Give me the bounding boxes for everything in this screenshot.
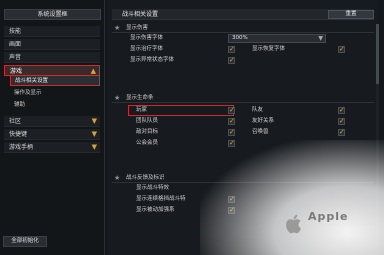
setting-row: 显示伤害字体 300% ▼ (112, 33, 374, 44)
sidebar-item-skills[interactable]: 技能 (4, 26, 100, 37)
status-font-checkbox[interactable] (228, 56, 235, 64)
setting-label: 召唤兽 (252, 129, 269, 135)
sidebar-item-label: 快捷键 (9, 131, 28, 138)
settings-sidebar: 系统设置框 技能 画面 声音 游戏 ▲ 战斗相关设置 操作及显示 辅助 社区 ▼ 快… (0, 0, 105, 255)
chevron-down-icon: ▼ (91, 130, 97, 138)
setting-label: 显示恢复字体 (252, 46, 286, 52)
page-title: 战斗相关设置 (122, 11, 159, 18)
chevron-down-icon: ▼ (91, 143, 97, 151)
sidebar-header: 系统设置框 (4, 9, 101, 20)
chevron-down-icon: ▼ (91, 117, 97, 125)
damage-font-size-select[interactable]: 300% ▼ (228, 34, 326, 43)
sidebar-item-assist[interactable]: 辅助 (10, 100, 100, 110)
player-healthbar-checkbox[interactable] (228, 106, 235, 114)
sidebar-item-game[interactable]: 游戏 ▲ (4, 65, 100, 76)
setting-label: 队友 (252, 107, 264, 113)
reset-button[interactable]: 重置 (328, 10, 374, 19)
setting-row: 显示异常状态字体 (112, 55, 374, 66)
sidebar-item-graphics[interactable]: 画面 (4, 39, 100, 50)
settings-window: 系统设置框 技能 画面 声音 游戏 ▲ 战斗相关设置 操作及显示 辅助 社区 ▼ 快… (0, 0, 384, 255)
star-icon: ★ (114, 174, 121, 182)
watermark-text: Apple (308, 210, 349, 223)
section-title: 显示生命条 (126, 95, 154, 101)
setting-label: 显示治疗字体 (130, 46, 164, 52)
setting-label: 团队队员 (136, 118, 159, 124)
sidebar-item-hotkeys[interactable]: 快捷键 ▼ (4, 129, 100, 140)
heal-font-checkbox[interactable] (228, 45, 235, 53)
chevron-down-icon: ▼ (318, 35, 323, 42)
section-header: ★ 显示生命条 (112, 94, 374, 103)
settings-nav: 技能 画面 声音 游戏 ▲ 战斗相关设置 操作及显示 辅助 社区 ▼ 快捷键 ▼ 游戏… (0, 24, 104, 153)
section-title: 显示伤害 (126, 25, 149, 31)
chevron-up-icon: ▲ (90, 67, 96, 75)
setting-row: 显示治疗字体 显示恢复字体 (112, 44, 374, 55)
select-value: 300% (232, 35, 248, 41)
star-icon: ★ (114, 94, 121, 102)
sidebar-item-gamepad[interactable]: 游戏手柄 ▼ (4, 142, 100, 153)
sidebar-item-label: 声音 (9, 54, 22, 61)
setting-label: 显示被动加强系 (136, 207, 175, 213)
recovery-font-checkbox[interactable] (338, 45, 345, 53)
apple-logo-icon (286, 214, 301, 234)
sidebar-item-label: 游戏 (10, 68, 23, 75)
setting-label: 显示异常状态字体 (130, 57, 175, 63)
setting-label: 玩家 (136, 107, 148, 113)
setting-label: 显示战斗特效 (136, 185, 170, 191)
teammate-healthbar-checkbox[interactable] (338, 106, 345, 114)
sidebar-item-community[interactable]: 社区 ▼ (4, 116, 100, 127)
setting-row: 玩家 队友 (112, 105, 374, 116)
summon-healthbar-checkbox[interactable] (338, 128, 345, 136)
setting-label: 公会会员 (136, 140, 159, 146)
sidebar-item-label: 游戏手柄 (9, 144, 34, 151)
setting-label: 显示伤害字体 (130, 35, 164, 41)
scrollbar-thumb[interactable] (376, 24, 379, 84)
watermark-overlay (200, 140, 384, 255)
sidebar-item-controls-display[interactable]: 操作及显示 (10, 88, 100, 98)
star-icon: ★ (114, 24, 121, 32)
sidebar-item-label: 画面 (9, 41, 22, 48)
setting-row: 团队队员 友好关系 (112, 116, 374, 127)
sidebar-item-label: 社区 (9, 118, 22, 125)
sidebar-item-label: 技能 (9, 28, 22, 35)
setting-row: 敌对目标 召唤兽 (112, 127, 374, 138)
sidebar-item-sound[interactable]: 声音 (4, 52, 100, 63)
raid-member-healthbar-checkbox[interactable] (228, 117, 235, 125)
sidebar-subitem-combat-settings[interactable]: 战斗相关设置 (10, 76, 100, 86)
setting-label: 显示连续格挡战斗特 (136, 196, 186, 202)
setting-label: 友好关系 (252, 118, 275, 124)
section-header: ★ 显示伤害 (112, 24, 374, 33)
friendly-healthbar-checkbox[interactable] (338, 117, 345, 125)
section-title: 战斗反馈及标识 (126, 175, 165, 181)
section-damage-display: ★ 显示伤害 显示伤害字体 300% ▼ 显示治疗字体 显示恢复字体 显示异常状… (112, 24, 374, 66)
reset-all-button[interactable]: 全部初始化 (3, 236, 47, 247)
setting-label: 敌对目标 (136, 129, 159, 135)
content-title-bar: 战斗相关设置 重置 (112, 9, 374, 20)
enemy-healthbar-checkbox[interactable] (228, 128, 235, 136)
